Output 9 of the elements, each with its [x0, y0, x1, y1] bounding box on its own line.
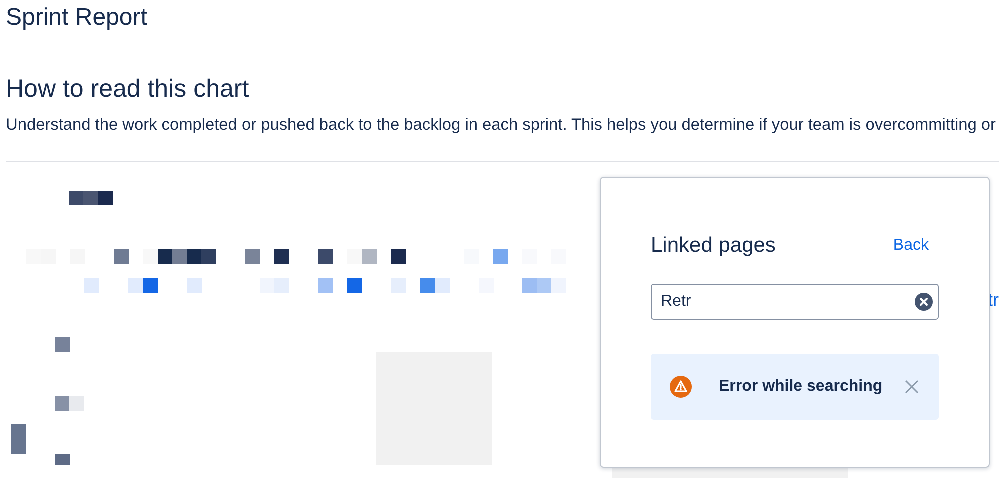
- search-field[interactable]: Retr: [651, 284, 939, 320]
- section-heading: How to read this chart: [6, 74, 250, 104]
- error-message: Error while searching: [719, 378, 883, 396]
- popup-title: Linked pages: [651, 233, 776, 259]
- description-text: Understand the work completed or pushed back to the backlog in each sprint. This helps you determine if your team is overcommitting or: [6, 115, 998, 135]
- page-title: Sprint Report: [6, 3, 148, 32]
- warning-icon: [670, 376, 692, 398]
- back-link[interactable]: Back: [893, 237, 929, 255]
- clear-icon[interactable]: [915, 293, 933, 311]
